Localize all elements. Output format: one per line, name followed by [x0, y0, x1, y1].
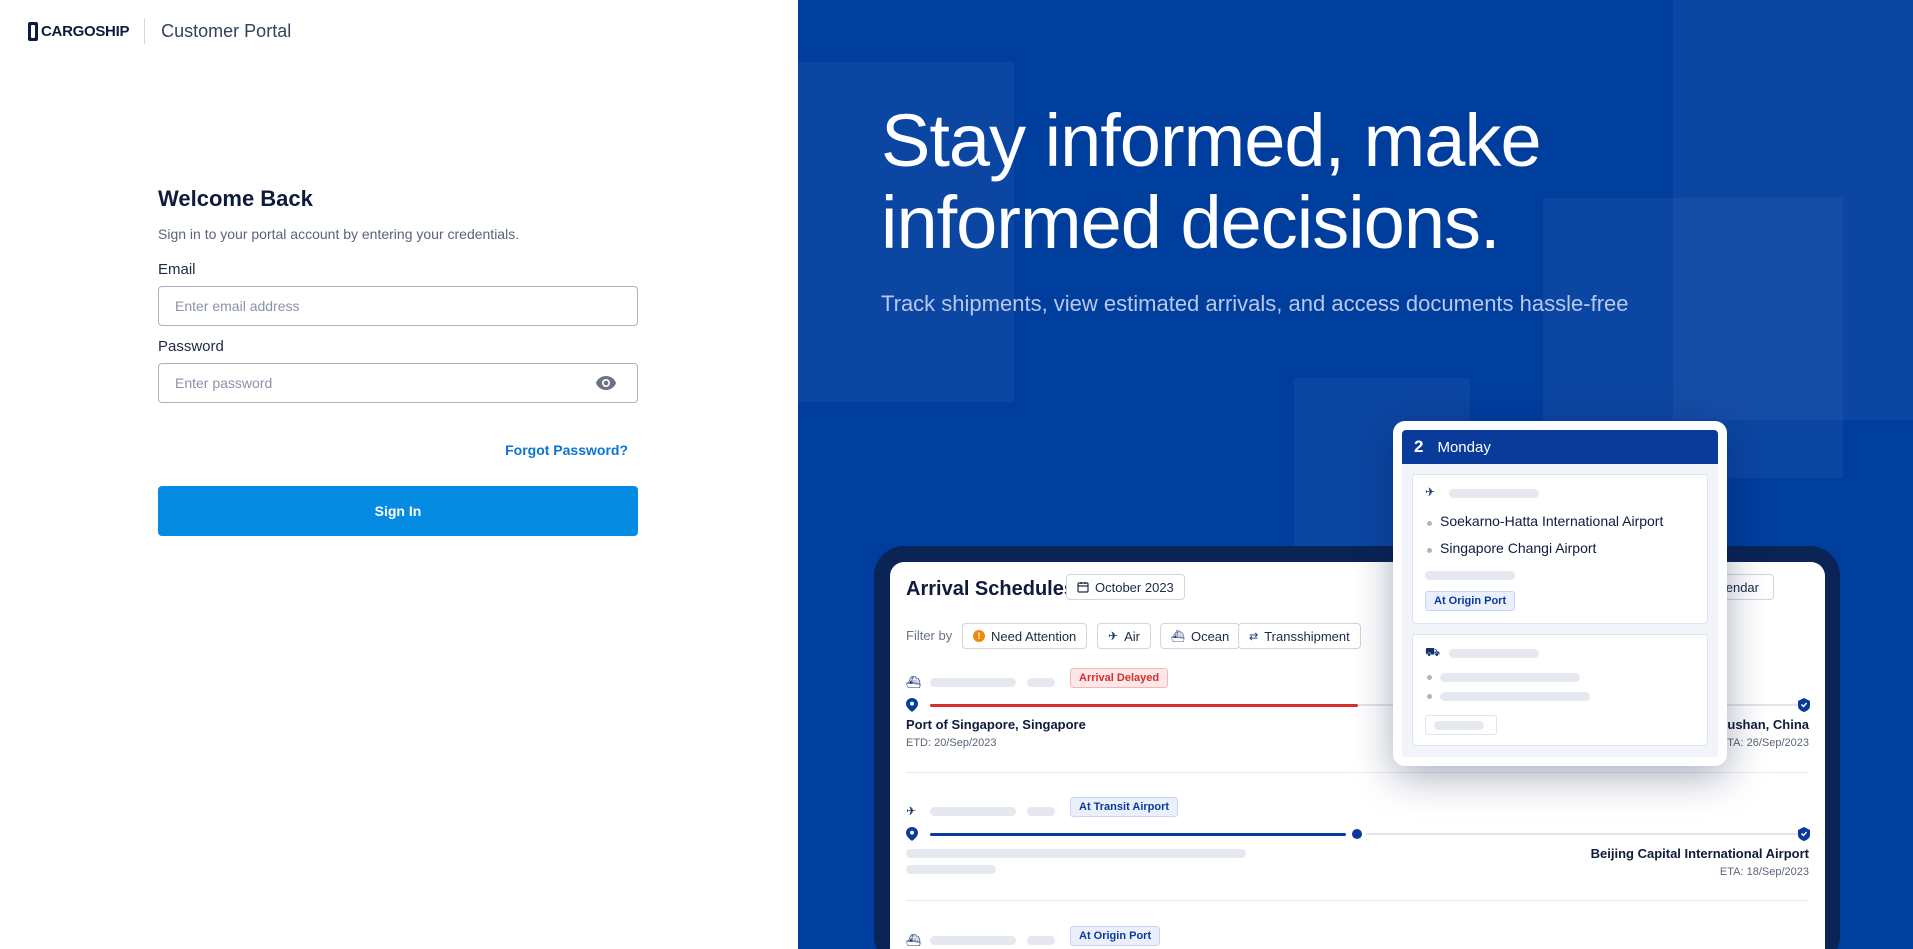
placeholder-bar: [1449, 489, 1539, 498]
route-dot: [1427, 548, 1432, 553]
etd-date: ETD: 20/Sep/2023: [906, 737, 997, 749]
progress-remaining-line: [1366, 833, 1798, 835]
placeholder-bar: [1440, 692, 1590, 701]
filter-label-need-attention: Need Attention: [991, 628, 1077, 644]
calendar-day-header: 2 Monday: [1402, 430, 1718, 464]
shipment-card: ⛟: [1412, 634, 1708, 746]
hero-headline: Stay informed, make informed decisions.: [881, 99, 1542, 264]
row-divider: [906, 900, 1809, 901]
alert-icon: !: [973, 630, 985, 642]
filter-label: Filter by: [906, 628, 953, 643]
email-field-wrapper: [158, 286, 638, 326]
placeholder-bar: [1425, 571, 1515, 580]
logo[interactable]: CARGOSHIP: [28, 21, 130, 41]
filter-air: ✈ Air: [1097, 623, 1151, 649]
location-pin-icon: [906, 827, 918, 841]
placeholder-bar: [930, 807, 1016, 816]
filter-label-ocean: Ocean: [1190, 628, 1230, 644]
password-label: Password: [158, 338, 224, 355]
month-picker: October 2023: [1066, 574, 1185, 600]
placeholder-bar: [1440, 673, 1580, 682]
filter-label-air: Air: [1124, 628, 1140, 644]
progress-marker: [1352, 829, 1362, 839]
month-label: October 2023: [1095, 579, 1174, 595]
status-badge: Arrival Delayed: [1070, 668, 1169, 688]
progress-line: [930, 704, 1358, 707]
status-badge: At Origin Port: [1425, 591, 1516, 611]
email-label: Email: [158, 261, 196, 278]
destination-port: oushan, China: [1719, 717, 1809, 732]
calendar-day-number: 2: [1414, 437, 1424, 456]
eye-icon[interactable]: [595, 375, 617, 391]
progress-line: [930, 833, 1346, 836]
login-panel: CARGOSHIP Customer Portal Welcome Back S…: [0, 0, 798, 949]
placeholder-badge: [1425, 715, 1497, 735]
placeholder-bar: [930, 936, 1016, 945]
placeholder-bar: [1449, 649, 1539, 658]
placeholder-bar: [1027, 678, 1055, 687]
portal-name: Customer Portal: [161, 20, 292, 41]
filter-ocean: ⛴ Ocean: [1160, 623, 1241, 649]
route-dot: [1427, 694, 1432, 699]
transshipment-icon: ⇄: [1249, 630, 1259, 643]
status-badge: At Origin Port: [1070, 926, 1161, 946]
hero-tagline: Track shipments, view estimated arrivals…: [881, 291, 1629, 316]
eta-date: ETA: 26/Sep/2023: [1719, 737, 1809, 749]
row-divider: [906, 772, 1809, 773]
placeholder-bar: [906, 849, 1246, 858]
calendar-day-card: 2 Monday ✈ Soekarno-Hatta International …: [1393, 421, 1727, 766]
filter-label-transshipment: Transshipment: [1264, 628, 1350, 644]
plane-icon: ✈: [1425, 485, 1436, 499]
shipment-card: ✈ Soekarno-Hatta International Airport S…: [1412, 474, 1708, 624]
route-dot: [1427, 521, 1432, 526]
origin-port: Port of Singapore, Singapore: [906, 717, 1086, 732]
placeholder-bar: [906, 865, 996, 874]
marketing-panel: Stay informed, make informed decisions. …: [798, 0, 1913, 949]
location-pin-icon: [906, 698, 918, 712]
page-title: Welcome Back: [158, 186, 313, 211]
destination-airport: Singapore Changi Airport: [1440, 540, 1597, 556]
header-divider: [144, 18, 146, 44]
calendar-day-body: ✈ Soekarno-Hatta International Airport S…: [1402, 464, 1718, 757]
placeholder-bar: [1434, 721, 1484, 730]
truck-icon: ⛟: [1425, 645, 1441, 659]
eta-date: ETA: 18/Sep/2023: [1719, 866, 1809, 878]
password-field-wrapper: [158, 363, 638, 403]
origin-airport: Soekarno-Hatta International Airport: [1440, 513, 1664, 529]
filter-need-attention: ! Need Attention: [962, 623, 1088, 649]
login-subtitle: Sign in to your portal account by enteri…: [158, 226, 520, 242]
destination-pin-icon: [1798, 827, 1810, 841]
ship-icon: ⛴: [1171, 630, 1185, 643]
plane-landing-icon: ✈: [906, 804, 917, 818]
route-dot: [1427, 675, 1432, 680]
password-field[interactable]: [158, 363, 638, 403]
placeholder-bar: [930, 678, 1016, 687]
placeholder-bar: [1027, 936, 1055, 945]
sign-in-button[interactable]: Sign In: [158, 486, 638, 536]
calendar-icon: [1077, 582, 1089, 593]
logo-icon: [28, 21, 38, 41]
forgot-password-link[interactable]: Forgot Password?: [505, 442, 628, 458]
email-field[interactable]: [158, 286, 638, 326]
ship-icon: ⛴: [906, 675, 922, 689]
placeholder-bar: [1027, 807, 1055, 816]
filter-transshipment: ⇄ Transshipment: [1238, 623, 1361, 649]
ship-icon: ⛴: [906, 933, 922, 947]
logo-text: CARGOSHIP: [41, 22, 130, 40]
login-form: Welcome Back Sign in to your portal acco…: [158, 186, 638, 536]
schedule-title: Arrival Schedules: [906, 578, 1075, 600]
hero-headline-line-1: Stay informed, make: [881, 99, 1542, 182]
plane-icon: ✈: [1108, 629, 1119, 643]
destination-pin-icon: [1798, 698, 1810, 712]
destination-port: Beijing Capital International Airport: [1590, 846, 1809, 861]
header: CARGOSHIP Customer Portal: [28, 18, 291, 44]
status-badge: At Transit Airport: [1070, 797, 1179, 817]
hero-headline-line-2: informed decisions.: [881, 181, 1501, 264]
calendar-weekday: Monday: [1437, 438, 1491, 456]
